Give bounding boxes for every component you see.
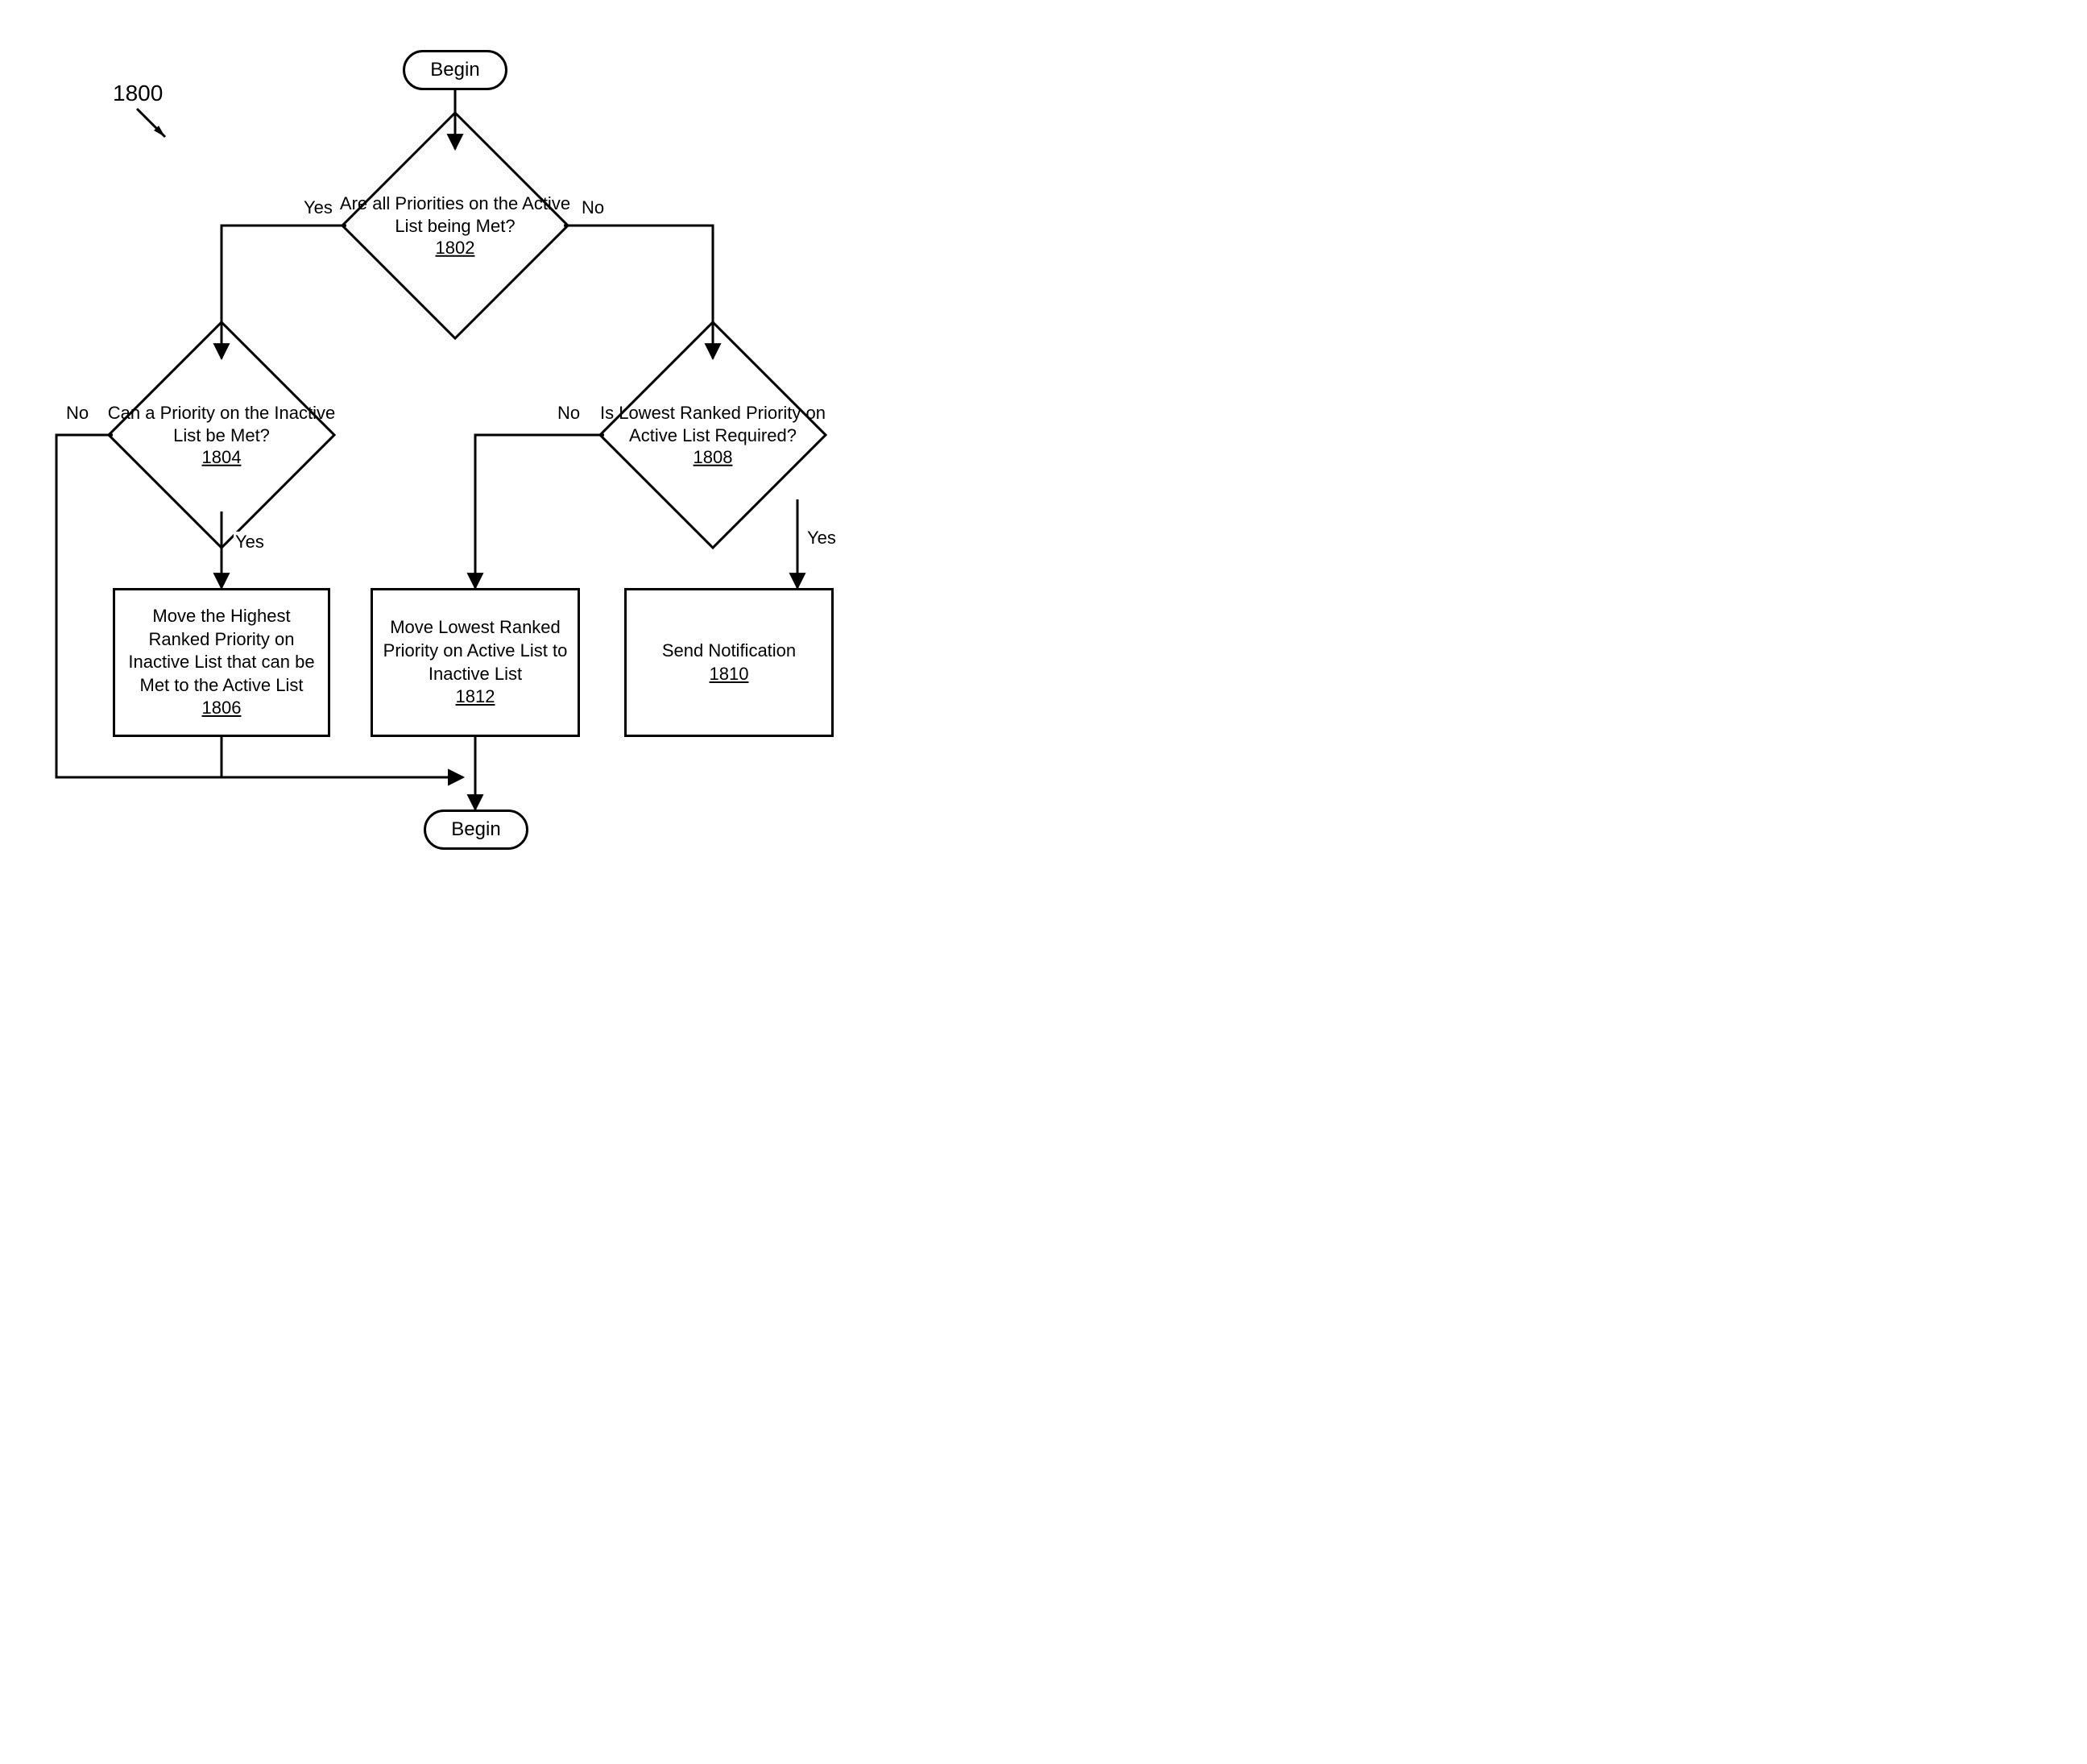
process-1806-text: Move the Highest Ranked Priority on Inac… bbox=[128, 606, 314, 695]
decision-1808-ref: 1808 bbox=[694, 447, 733, 467]
figure-ref-label: 1800 bbox=[113, 81, 163, 106]
decision-1808-text: Is Lowest Ranked Priority on Active List… bbox=[600, 403, 826, 445]
edge-label-1802-yes: Yes bbox=[302, 197, 334, 218]
process-1812-ref: 1812 bbox=[456, 686, 495, 706]
decision-1802-text: Are all Priorities on the Active List be… bbox=[340, 193, 570, 236]
process-1806-ref: 1806 bbox=[202, 698, 242, 718]
decision-1804-text: Can a Priority on the Inactive List be M… bbox=[108, 403, 335, 445]
edge-label-1802-no: No bbox=[580, 197, 606, 218]
decision-1804: Can a Priority on the Inactive List be M… bbox=[85, 354, 358, 516]
terminal-end: Begin bbox=[424, 810, 528, 850]
edge-label-1804-yes: Yes bbox=[234, 532, 266, 553]
decision-1802-ref: 1802 bbox=[436, 238, 475, 258]
process-1810-text: Send Notification bbox=[662, 640, 796, 660]
terminal-end-label: Begin bbox=[451, 818, 500, 841]
flowchart-1800: 1800 Begin Are all Priorities on the Act… bbox=[0, 0, 1044, 882]
edge-label-1808-yes: Yes bbox=[805, 528, 838, 549]
edge-label-1808-no: No bbox=[556, 403, 582, 424]
terminal-start-label: Begin bbox=[430, 59, 479, 81]
process-1806: Move the Highest Ranked Priority on Inac… bbox=[113, 588, 330, 737]
decision-1804-ref: 1804 bbox=[202, 447, 242, 467]
figure-ref-arrow-icon bbox=[133, 105, 181, 153]
decision-1808: Is Lowest Ranked Priority on Active List… bbox=[576, 354, 850, 516]
terminal-start: Begin bbox=[403, 50, 507, 90]
decision-1802: Are all Priorities on the Active List be… bbox=[318, 145, 592, 306]
process-1810: Send Notification 1810 bbox=[624, 588, 834, 737]
process-1810-ref: 1810 bbox=[710, 664, 749, 684]
process-1812-text: Move Lowest Ranked Priority on Active Li… bbox=[383, 617, 568, 683]
process-1812: Move Lowest Ranked Priority on Active Li… bbox=[371, 588, 580, 737]
edge-label-1804-no: No bbox=[64, 403, 90, 424]
